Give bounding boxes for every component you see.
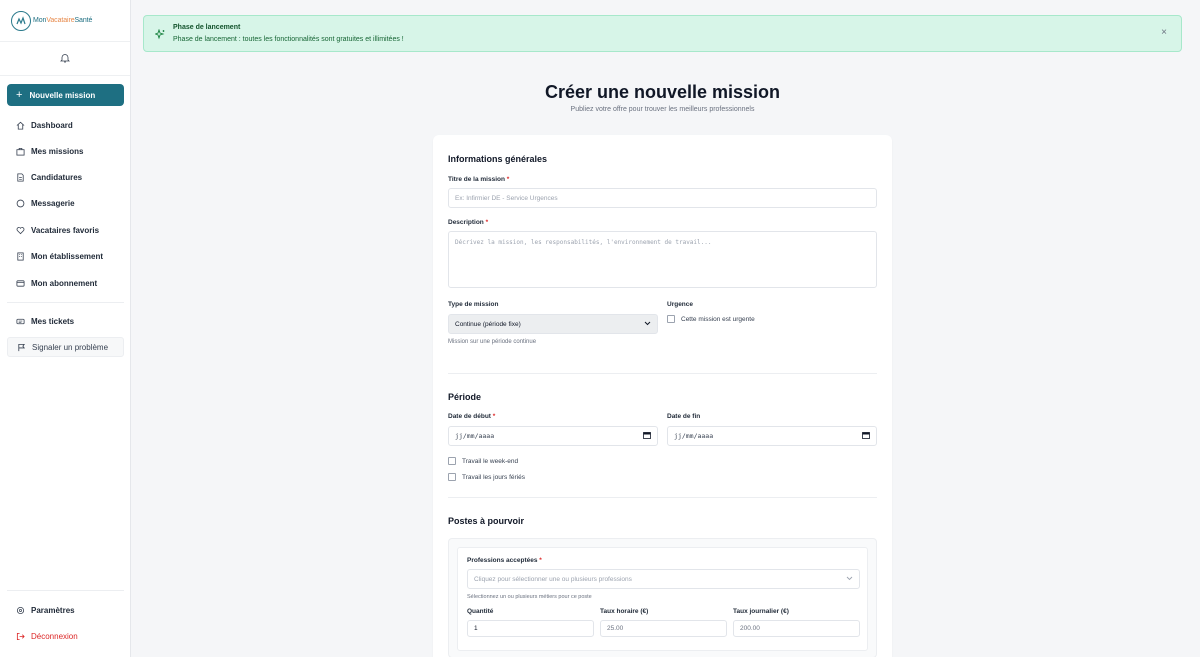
holidays-checkbox[interactable] bbox=[448, 473, 456, 481]
logout-button[interactable]: Déconnexion bbox=[7, 626, 124, 646]
banner-text: Phase de lancement : toutes les fonction… bbox=[173, 36, 404, 43]
start-date-input[interactable]: jj/mm/aaaa bbox=[448, 426, 658, 446]
section-positions-title: Postes à pourvoir bbox=[448, 516, 525, 526]
sidebar-item-tickets[interactable]: Mes tickets bbox=[7, 311, 124, 331]
sidebar-item-missions[interactable]: Mes missions bbox=[7, 141, 124, 161]
chevron-down-icon bbox=[644, 321, 651, 328]
daily-rate-input[interactable]: 200.00 bbox=[733, 620, 860, 637]
sparkle-icon bbox=[154, 27, 166, 45]
sidebar-divider-bottom bbox=[7, 590, 124, 591]
quantity-label: Quantité bbox=[467, 608, 494, 615]
urgent-checkbox[interactable] bbox=[667, 315, 675, 323]
mission-title-label: Titre de la mission * bbox=[448, 176, 510, 183]
sidebar-item-abonnement[interactable]: Mon abonnement bbox=[7, 273, 124, 293]
professions-label: Professions acceptées * bbox=[467, 557, 542, 564]
sidebar-item-dashboard[interactable]: Dashboard bbox=[7, 115, 124, 135]
calendar-icon[interactable] bbox=[643, 431, 651, 441]
flag-icon bbox=[18, 343, 26, 351]
hourly-rate-label: Taux horaire (€) bbox=[600, 608, 649, 615]
sidebar-item-candidatures[interactable]: Candidatures bbox=[7, 167, 124, 187]
notifications-row bbox=[0, 42, 130, 76]
building-icon bbox=[17, 251, 24, 261]
report-problem-button[interactable]: Signaler un problème bbox=[7, 337, 124, 357]
professions-help: Sélectionnez un ou plusieurs métiers pou… bbox=[467, 594, 592, 600]
end-date-label: Date de fin bbox=[667, 413, 701, 420]
new-mission-button[interactable]: + Nouvelle mission bbox=[7, 84, 124, 106]
card-icon bbox=[16, 279, 25, 287]
banner-title: Phase de lancement bbox=[173, 24, 241, 31]
mission-type-select[interactable]: Continue (période fixe) bbox=[448, 314, 658, 334]
briefcase-icon bbox=[16, 147, 25, 156]
home-icon bbox=[16, 121, 25, 130]
gear-icon bbox=[16, 606, 25, 614]
ticket-icon bbox=[16, 318, 25, 324]
plus-icon: + bbox=[16, 89, 23, 101]
start-date-label: Date de début * bbox=[448, 413, 496, 420]
page-title: Créer une nouvelle mission bbox=[544, 82, 781, 102]
logout-icon bbox=[16, 632, 25, 640]
mission-type-help: Mission sur une période continue bbox=[448, 339, 537, 345]
sidebar-item-favoris[interactable]: Vacataires favoris bbox=[7, 220, 124, 240]
heart-icon bbox=[16, 226, 25, 234]
mission-form: Informations générales Titre de la missi… bbox=[433, 135, 892, 657]
sidebar-item-messagerie[interactable]: Messagerie bbox=[7, 193, 124, 213]
logo[interactable]: MonVacataireSanté bbox=[0, 0, 130, 42]
end-date-input[interactable]: jj/mm/aaaa bbox=[667, 426, 877, 446]
section-divider bbox=[448, 497, 877, 498]
daily-rate-label: Taux journalier (€) bbox=[733, 608, 789, 615]
chat-icon bbox=[16, 199, 25, 207]
sidebar: MonVacataireSanté + Nouvelle mission Das… bbox=[0, 0, 131, 657]
document-icon bbox=[17, 172, 24, 182]
professions-select[interactable]: Cliquez pour sélectionner une ou plusieu… bbox=[467, 569, 860, 589]
logo-text: MonVacataireSanté bbox=[33, 17, 93, 24]
calendar-icon[interactable] bbox=[862, 431, 870, 441]
page-subtitle: Publiez votre offre pour trouver les mei… bbox=[570, 106, 755, 113]
section-divider bbox=[448, 373, 877, 374]
quantity-input[interactable]: 1 bbox=[467, 620, 594, 637]
section-general-title: Informations générales bbox=[448, 154, 548, 164]
urgency-label: Urgence bbox=[667, 301, 694, 308]
mission-title-input[interactable]: Ex: Infirmier DE - Service Urgences bbox=[448, 188, 877, 208]
launch-banner: Phase de lancement Phase de lancement : … bbox=[143, 15, 1182, 52]
chevron-down-icon bbox=[846, 576, 853, 583]
urgent-checkbox-row[interactable]: Cette mission est urgente bbox=[667, 315, 755, 323]
holidays-checkbox-row[interactable]: Travail les jours fériés bbox=[448, 473, 525, 481]
section-period-title: Période bbox=[448, 392, 482, 402]
logo-icon bbox=[11, 10, 31, 31]
close-icon[interactable]: × bbox=[1161, 27, 1167, 38]
description-label: Description * bbox=[448, 219, 489, 226]
mission-type-label: Type de mission bbox=[448, 301, 499, 308]
hourly-rate-input[interactable]: 25.00 bbox=[600, 620, 727, 637]
description-textarea[interactable]: Décrivez la mission, les responsabilités… bbox=[448, 231, 877, 288]
sidebar-divider bbox=[7, 302, 124, 303]
weekend-checkbox-row[interactable]: Travail le week-end bbox=[448, 457, 518, 465]
positions-container: Professions acceptées * Cliquez pour sél… bbox=[448, 538, 877, 657]
position-card: Professions acceptées * Cliquez pour sél… bbox=[457, 547, 868, 651]
bell-icon[interactable] bbox=[60, 50, 70, 68]
sidebar-item-parametres[interactable]: Paramètres bbox=[7, 600, 124, 620]
sidebar-item-etablissement[interactable]: Mon établissement bbox=[7, 246, 124, 266]
weekend-checkbox[interactable] bbox=[448, 457, 456, 465]
